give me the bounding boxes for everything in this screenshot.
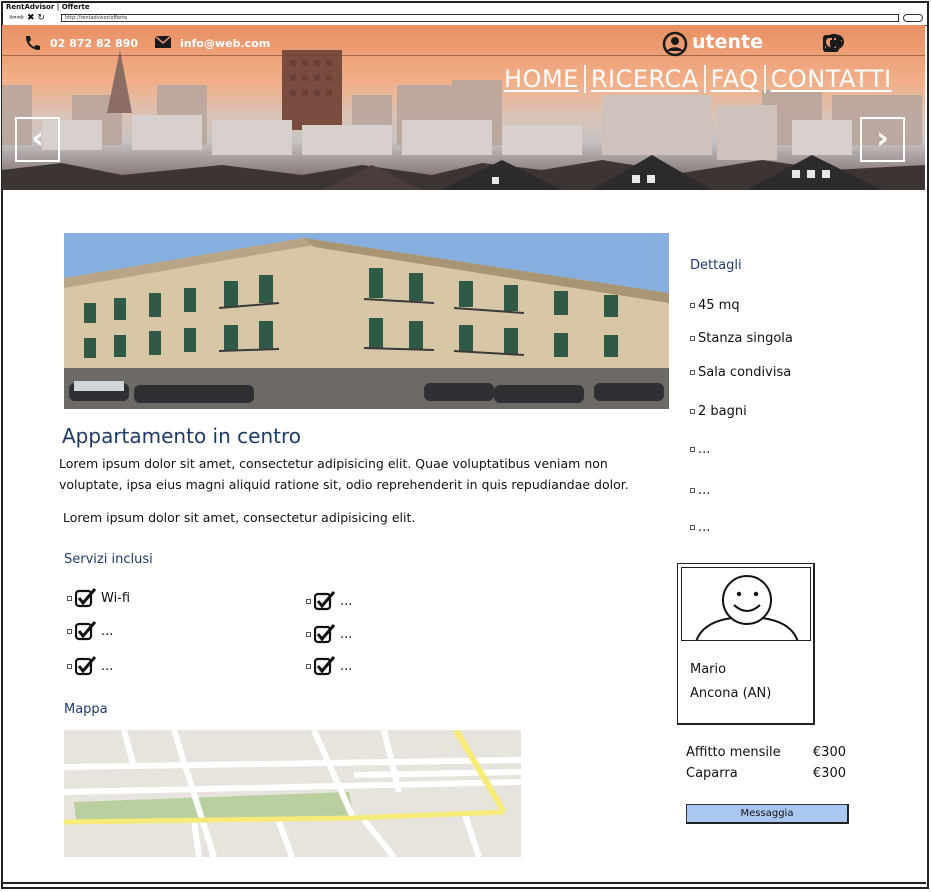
detail-label: Sala condivisa: [698, 365, 792, 380]
contact-phone[interactable]: 02 872 82 890: [24, 35, 138, 51]
nav-ricerca[interactable]: RICERCA: [589, 65, 701, 93]
detail-label: 45 mq: [698, 298, 740, 313]
checkbox-checked-icon: [74, 588, 97, 608]
service-item[interactable]: ...: [67, 656, 113, 676]
detail-item: ...: [690, 520, 710, 535]
checkbox-checked-icon: [313, 656, 336, 676]
owner-name: Mario: [690, 662, 727, 677]
location-map[interactable]: [64, 730, 521, 857]
bullet: [690, 303, 695, 308]
bullet: [690, 409, 695, 414]
nav-separator: [703, 65, 706, 93]
hero-banner: 02 872 82 890 info@web.com utente HOME R…: [2, 25, 925, 190]
details-heading: Dettagli: [690, 258, 742, 273]
deposit-value: €300: [812, 766, 846, 781]
email-address: info@web.com: [180, 36, 271, 50]
service-item[interactable]: ...: [306, 656, 352, 676]
edit-icon[interactable]: [823, 33, 874, 53]
chevron-left-icon: ‹: [31, 121, 44, 156]
message-button[interactable]: Messaggia: [686, 804, 849, 824]
page-bottom-border: [2, 882, 926, 884]
contact-email[interactable]: info@web.com: [154, 35, 270, 51]
bullet: [67, 663, 72, 669]
nav-separator: [763, 65, 766, 93]
detail-label: ...: [698, 520, 711, 535]
rent-row: Affitto mensile €300: [686, 745, 846, 760]
detail-label: ...: [698, 483, 711, 498]
bullet: [690, 336, 695, 341]
address-bar[interactable]: http://rentadvisor/offerte: [61, 14, 899, 22]
rent-value: €300: [812, 745, 846, 760]
carousel-next-button[interactable]: ›: [860, 117, 905, 162]
chevron-right-icon: ›: [876, 121, 889, 156]
nav-faq[interactable]: FAQ: [709, 65, 761, 93]
bullet: [306, 631, 311, 637]
service-item[interactable]: Wi-fi: [67, 588, 130, 608]
header-actions: [822, 33, 904, 53]
service-label: ...: [101, 658, 114, 674]
listing-description: Lorem ipsum dolor sit amet, consectetur …: [59, 456, 629, 492]
owner-location: Ancona (AN): [690, 686, 772, 701]
checkbox-checked-icon: [74, 656, 97, 676]
envelope-icon: [154, 35, 172, 51]
browser-nav-buttons[interactable]: ⇦⇨ ✖ ↻: [9, 13, 45, 24]
apartment-photo: [64, 233, 669, 409]
detail-item: Stanza singola: [690, 331, 793, 346]
bullet: [690, 447, 695, 452]
smiley-face-icon: [695, 575, 799, 640]
phone-icon: [24, 35, 42, 51]
detail-item: Sala condivisa: [690, 365, 791, 380]
service-item[interactable]: ...: [67, 621, 113, 641]
owner-card[interactable]: Mario Ancona (AN): [677, 563, 815, 725]
service-label: Wi-fi: [101, 590, 131, 606]
checkbox-checked-icon: [74, 621, 97, 641]
username: utente: [692, 31, 763, 53]
detail-item: 45 mq: [690, 298, 740, 313]
phone-number: 02 872 82 890: [50, 36, 139, 50]
browser-search-box[interactable]: [903, 14, 923, 22]
bullet: [306, 598, 311, 604]
service-label: ...: [101, 623, 114, 639]
detail-label: Stanza singola: [698, 331, 793, 346]
bullet: [690, 488, 695, 493]
detail-item: ...: [690, 483, 710, 498]
carousel-prev-button[interactable]: ‹: [15, 117, 60, 162]
service-item[interactable]: ...: [306, 591, 352, 611]
detail-label: ...: [698, 442, 711, 457]
map-heading: Mappa: [64, 702, 108, 717]
service-label: ...: [340, 593, 353, 609]
listing-description-short: Lorem ipsum dolor sit amet, consectetur …: [63, 510, 416, 525]
checkbox-checked-icon: [313, 591, 336, 611]
detail-label: 2 bagni: [698, 404, 747, 419]
user-menu[interactable]: utente: [662, 31, 763, 57]
deposit-row: Caparra €300: [686, 766, 846, 781]
rent-label: Affitto mensile: [686, 745, 781, 760]
service-label: ...: [340, 626, 353, 642]
service-item[interactable]: ...: [306, 624, 352, 644]
bullet: [67, 628, 72, 634]
main-navigation: HOME RICERCA FAQ CONTATTI: [502, 65, 894, 93]
browser-toolbar: ⇦⇨ ✖ ↻ http://rentadvisor/offerte: [3, 12, 927, 26]
logout-icon[interactable]: [823, 33, 904, 53]
bullet: [690, 525, 695, 530]
detail-item: ...: [690, 442, 710, 457]
bullet: [306, 663, 311, 669]
bullet: [67, 595, 72, 601]
bullet: [690, 370, 695, 375]
checkbox-checked-icon: [313, 624, 336, 644]
detail-item: 2 bagni: [690, 404, 747, 419]
city-skyline-image: [2, 50, 925, 190]
service-label: ...: [340, 658, 353, 674]
avatar: [681, 567, 811, 641]
header-divider: [2, 55, 925, 56]
nav-separator: [583, 65, 586, 93]
listing-title: Appartamento in centro: [62, 424, 301, 448]
deposit-label: Caparra: [686, 766, 738, 781]
services-heading: Servizi inclusi: [64, 552, 153, 567]
nav-home[interactable]: HOME: [502, 65, 581, 93]
nav-contatti[interactable]: CONTATTI: [769, 65, 894, 93]
